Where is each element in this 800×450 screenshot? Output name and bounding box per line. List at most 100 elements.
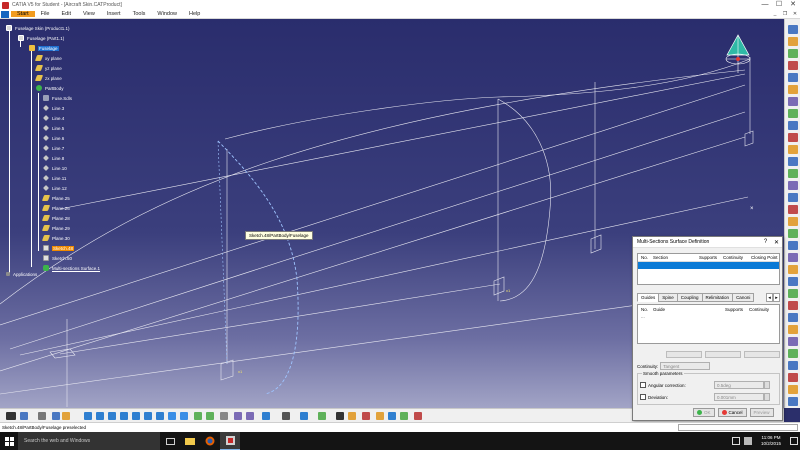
macro-icon[interactable] — [388, 412, 396, 420]
tab-canonical[interactable]: Canoni — [732, 293, 755, 302]
symmetry-icon[interactable] — [788, 193, 798, 202]
windows-start-button[interactable] — [0, 432, 18, 450]
shading-icon[interactable] — [180, 412, 188, 420]
tree-node[interactable]: Applications — [6, 270, 37, 278]
task-view-icon[interactable] — [160, 432, 180, 450]
catia-taskbar-icon[interactable] — [220, 432, 240, 450]
tab-right-icon[interactable]: ▸ — [773, 293, 780, 302]
tree-node[interactable]: Line.7 — [43, 144, 64, 152]
more-tools-icon[interactable] — [788, 397, 798, 406]
tree-node[interactable]: Sketch.50 — [43, 254, 72, 262]
tab-relimitation[interactable]: Relimitation — [701, 293, 734, 302]
law-icon[interactable] — [788, 385, 798, 394]
tab-guides[interactable]: Guides — [637, 293, 660, 302]
circle-icon[interactable] — [788, 277, 798, 286]
extract-icon[interactable] — [788, 145, 798, 154]
zoom-in-icon[interactable] — [132, 412, 140, 420]
revolve-icon[interactable] — [788, 37, 798, 46]
tree-node[interactable]: xy plane — [34, 54, 62, 62]
tree-node[interactable]: Line.5 — [43, 124, 64, 132]
close-button[interactable]: ✕ — [786, 0, 800, 10]
print-icon[interactable] — [62, 412, 70, 420]
deviation-input[interactable]: 0.001mm — [714, 393, 764, 401]
file-explorer-icon[interactable] — [180, 432, 200, 450]
split-icon[interactable] — [788, 109, 798, 118]
menu-view[interactable]: View — [77, 11, 101, 17]
stop-icon[interactable] — [414, 412, 422, 420]
tree-node[interactable]: Line.4 — [43, 114, 64, 122]
offset-icon[interactable] — [788, 337, 798, 346]
tree-node[interactable]: zx plane — [34, 74, 62, 82]
network-icon[interactable] — [732, 437, 740, 445]
tree-node[interactable]: Fuselage (Part1.1) — [18, 34, 64, 42]
minimize-button[interactable]: — — [758, 0, 772, 10]
volume-icon[interactable] — [744, 437, 752, 445]
constraint-icon[interactable] — [234, 412, 242, 420]
menu-tools[interactable]: Tools — [127, 11, 152, 17]
connect-icon[interactable] — [788, 301, 798, 310]
tree-node[interactable]: Line.12 — [43, 184, 67, 192]
fly-mode-icon[interactable] — [84, 412, 92, 420]
compass-icon[interactable] — [722, 33, 754, 75]
blend-icon[interactable] — [788, 85, 798, 94]
tree-node[interactable]: Line.10 — [43, 164, 67, 172]
tab-left-icon[interactable]: ◂ — [766, 293, 773, 302]
spline-icon[interactable] — [788, 265, 798, 274]
tree-node[interactable]: Plane.28 — [41, 214, 70, 222]
at-icon[interactable] — [336, 412, 344, 420]
cancel-button[interactable]: Cancel — [717, 408, 747, 417]
join-icon[interactable] — [788, 97, 798, 106]
pan-icon[interactable] — [108, 412, 116, 420]
guide-row[interactable]: ... — [638, 313, 779, 320]
sections-list[interactable]: No. Section Supports Continuity Closing … — [637, 253, 780, 285]
menu-window[interactable]: Window — [151, 11, 183, 17]
deviation-checkbox[interactable] — [640, 394, 646, 400]
point-icon[interactable] — [788, 217, 798, 226]
preview-button[interactable]: Preview — [749, 408, 774, 417]
normal-view-icon[interactable] — [156, 412, 164, 420]
lock-icon[interactable] — [282, 412, 290, 420]
hide-show-icon[interactable] — [194, 412, 202, 420]
doc-close-button[interactable]: ✕ — [790, 11, 800, 17]
zoom-out-icon[interactable] — [144, 412, 152, 420]
add-button[interactable] — [744, 351, 780, 358]
tab-coupling[interactable]: Coupling — [676, 293, 703, 302]
project-icon[interactable] — [788, 313, 798, 322]
tree-node[interactable]: Plane.30 — [41, 234, 70, 242]
rotate-icon[interactable] — [788, 181, 798, 190]
knowledge-icon[interactable] — [348, 412, 356, 420]
continuity-dropdown[interactable]: Tangent — [660, 362, 711, 370]
tree-node[interactable]: Fuse.Sdls — [43, 94, 72, 102]
dialog-close-button[interactable]: ✕ — [771, 239, 782, 246]
line-tool-icon[interactable] — [788, 229, 798, 238]
dialog-help-button[interactable]: ? — [760, 239, 771, 245]
formula-icon[interactable] — [6, 412, 16, 420]
angular-correction-checkbox[interactable] — [640, 382, 646, 388]
tree-node[interactable]: Plane.29 — [41, 224, 70, 232]
tree-node[interactable]: Line.3 — [43, 104, 64, 112]
section-row-selected[interactable] — [638, 262, 779, 269]
boundary-icon[interactable] — [788, 133, 798, 142]
iso-view-icon[interactable] — [168, 412, 176, 420]
update-icon[interactable] — [246, 412, 254, 420]
tree-node[interactable]: Multi-sections Surface.1 — [43, 264, 100, 272]
tree-node[interactable]: Plane.26 — [41, 204, 70, 212]
fill-icon[interactable] — [788, 61, 798, 70]
menu-start[interactable]: Start — [11, 11, 35, 17]
comment-icon[interactable] — [20, 412, 28, 420]
doc-restore-button[interactable]: ❐ — [780, 11, 790, 17]
menu-edit[interactable]: Edit — [56, 11, 77, 17]
corner-icon[interactable] — [788, 289, 798, 298]
swap-space-icon[interactable] — [206, 412, 214, 420]
rotate-view-icon[interactable] — [120, 412, 128, 420]
check-icon[interactable] — [376, 412, 384, 420]
menu-file[interactable]: File — [35, 11, 56, 17]
sketch-tool-icon[interactable] — [788, 253, 798, 262]
angular-spinner[interactable] — [764, 381, 770, 389]
measure-icon[interactable] — [788, 361, 798, 370]
tree-node[interactable]: Sketch.48 — [43, 244, 75, 252]
axis-icon[interactable] — [262, 412, 270, 420]
intersection-icon[interactable] — [788, 325, 798, 334]
multi-view-icon[interactable] — [220, 412, 228, 420]
ok-button[interactable]: OK — [693, 408, 715, 417]
